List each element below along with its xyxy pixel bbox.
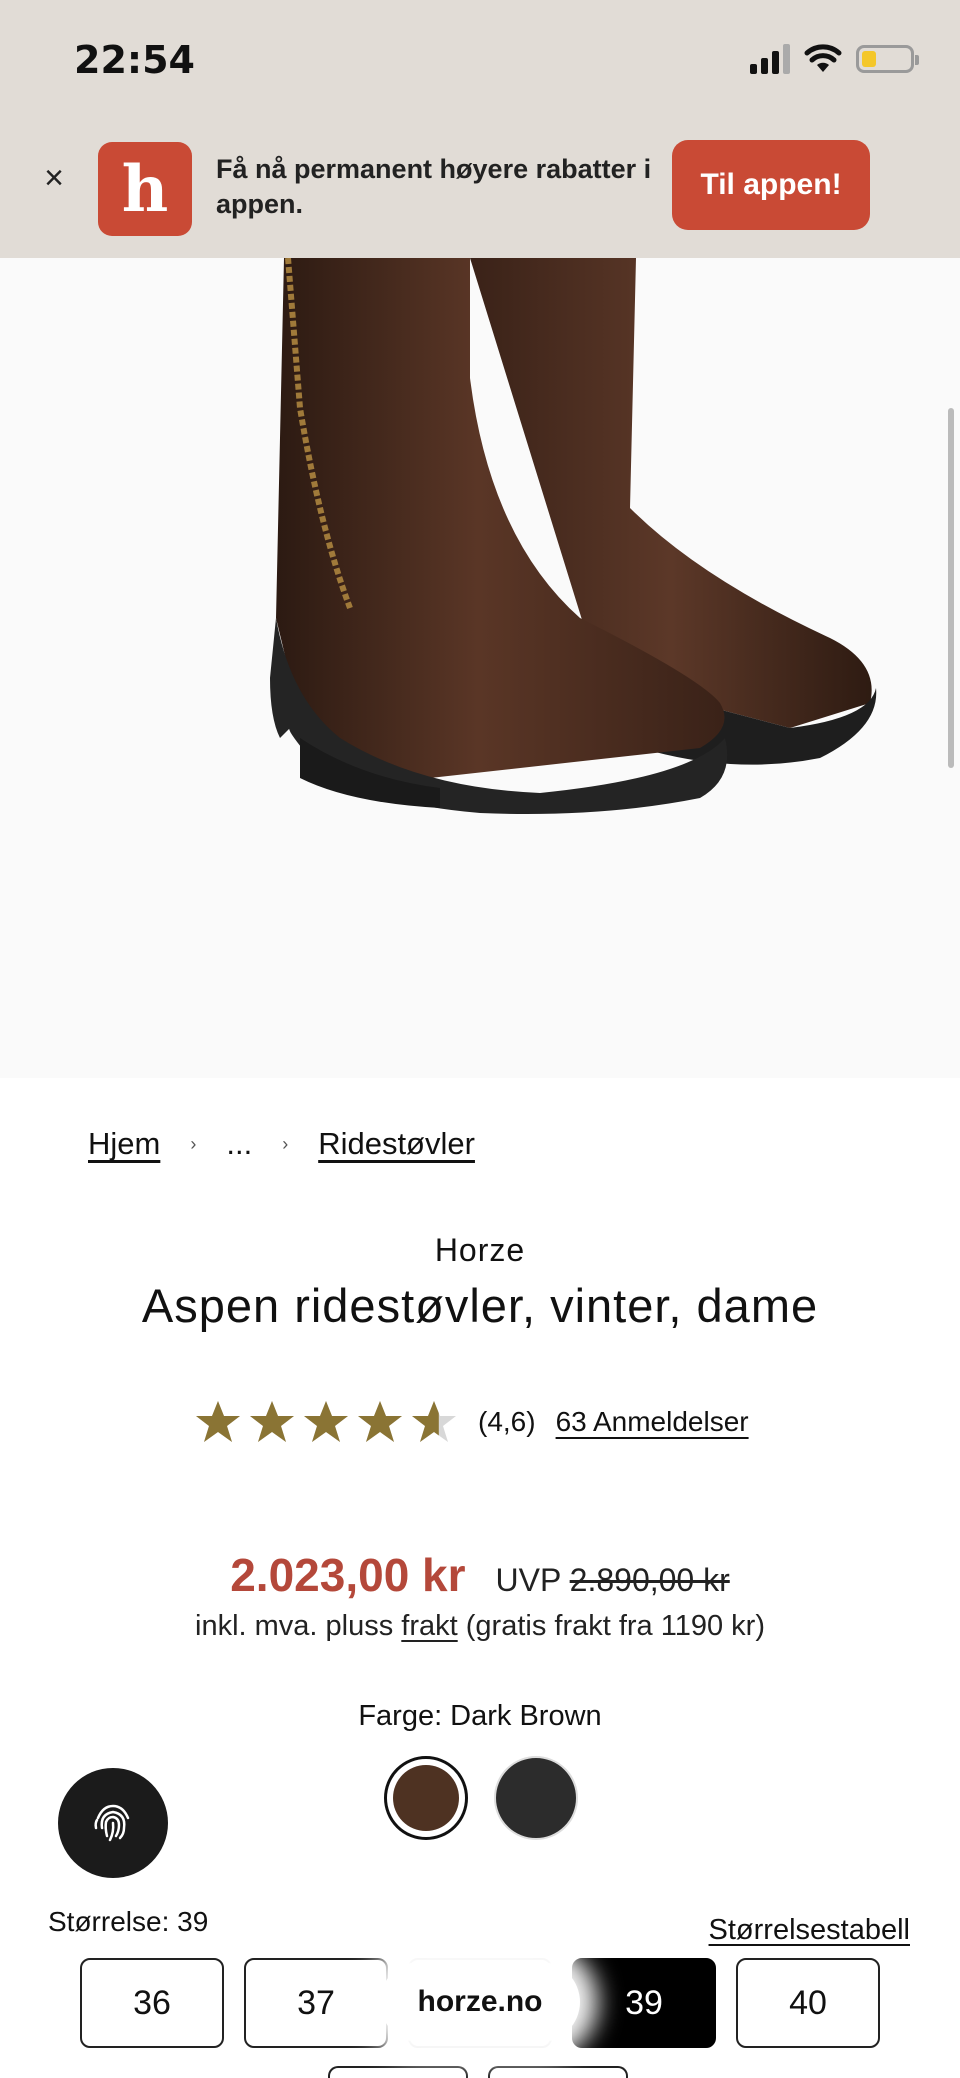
uvp-label: UVP	[495, 1562, 561, 1598]
color-swatch-black[interactable]	[494, 1756, 578, 1840]
star-icon	[196, 1401, 240, 1442]
original-price: 2.890,00 kr	[569, 1562, 730, 1598]
size-options-next-row	[328, 2066, 628, 2078]
price-row: 2.023,00 kr UVP 2.890,00 kr	[0, 1548, 960, 1602]
shipping-link[interactable]: frakt	[401, 1610, 457, 1642]
fingerprint-button[interactable]	[58, 1768, 168, 1878]
status-bar: 22:54	[0, 0, 960, 124]
price-note: inkl. mva. pluss frakt (gratis frakt fra…	[0, 1610, 960, 1643]
close-icon[interactable]: ×	[38, 161, 70, 195]
size-label: Størrelse: 39	[48, 1906, 209, 1937]
breadcrumb: Hjem › ... › Ridestøvler	[88, 1126, 475, 1162]
product-title: Aspen ridestøvler, vinter, dame	[141, 1279, 819, 1332]
wifi-icon	[804, 44, 842, 72]
size-option[interactable]: 36	[80, 1958, 224, 2048]
banner-message: Få nå permanent høyere rabatter i appen.	[216, 154, 652, 219]
star-icon	[412, 1401, 456, 1442]
recommended-price: UVP 2.890,00 kr	[496, 1562, 730, 1599]
rating-value: (4,6)	[478, 1406, 536, 1437]
price-note-before: inkl. mva. pluss	[195, 1610, 402, 1642]
size-option-selected[interactable]: 39	[572, 1958, 716, 2048]
product-image[interactable]	[0, 257, 960, 1078]
chevron-right-icon: ›	[282, 1133, 289, 1154]
product-brand: Horze	[434, 1232, 526, 1268]
star-icon	[250, 1401, 294, 1442]
app-logo: h	[98, 142, 192, 236]
breadcrumb-home-link[interactable]: Hjem	[88, 1126, 160, 1162]
browser-url-pill[interactable]: horze.no	[380, 1962, 580, 2042]
color-label: Farge: Dark Brown	[358, 1700, 602, 1732]
riding-boots-image	[270, 257, 877, 814]
open-app-button[interactable]: Til appen!	[672, 140, 870, 230]
size-option[interactable]: 37	[244, 1958, 388, 2048]
reviews-link[interactable]: 63 Anmeldelser	[556, 1406, 749, 1438]
app-download-banner: × h Få nå permanent høyere rabatter i ap…	[0, 124, 960, 258]
size-option[interactable]: 40	[736, 1958, 880, 2048]
chevron-right-icon: ›	[190, 1133, 197, 1154]
product-rating: (4,6) 63 Anmeldelser	[194, 1398, 749, 1446]
breadcrumb-ellipsis[interactable]: ...	[226, 1126, 252, 1162]
size-chart-link[interactable]: Størrelsestabell	[709, 1914, 910, 1947]
status-icons	[750, 44, 919, 74]
price-note-after: (gratis frakt fra 1190 kr)	[457, 1610, 765, 1642]
star-icon	[304, 1401, 348, 1442]
rating-stars	[194, 1398, 458, 1446]
breadcrumb-category-link[interactable]: Ridestøvler	[318, 1126, 475, 1162]
color-swatch-dark-brown[interactable]	[384, 1756, 468, 1840]
cellular-signal-icon	[750, 44, 790, 74]
status-time: 22:54	[74, 38, 195, 82]
fingerprint-icon	[94, 1804, 130, 1842]
star-icon	[358, 1401, 402, 1442]
battery-icon	[856, 45, 919, 73]
scrollbar[interactable]	[948, 408, 954, 768]
sale-price: 2.023,00 kr	[230, 1549, 466, 1601]
